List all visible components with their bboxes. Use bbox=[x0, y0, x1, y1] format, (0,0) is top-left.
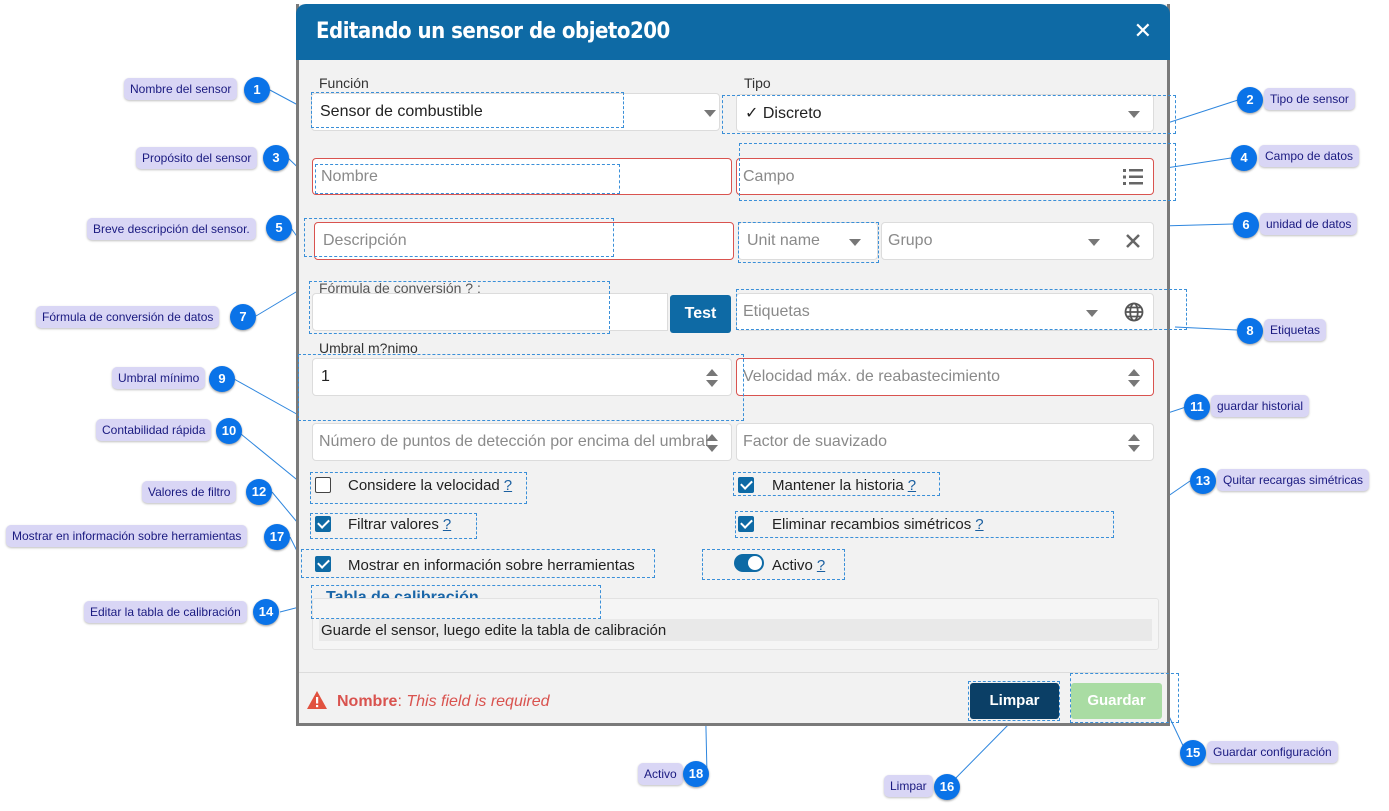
callout-badge-16: 16 bbox=[934, 774, 960, 800]
velocidad-input[interactable]: Velocidad máx. de reabastecimiento bbox=[736, 358, 1154, 396]
annotation-box bbox=[311, 92, 624, 128]
callout-label-15: Guardar configuración bbox=[1207, 741, 1338, 763]
callout-badge-10: 10 bbox=[216, 418, 242, 444]
callout-badge-4: 4 bbox=[1231, 145, 1257, 171]
error-message: Nombre: This field is required bbox=[337, 693, 550, 710]
callout-badge-15: 15 bbox=[1180, 740, 1206, 766]
annotation-box bbox=[738, 222, 879, 263]
velocidad-placeholder: Velocidad máx. de reabastecimiento bbox=[743, 368, 1001, 385]
suavizado-placeholder: Factor de suavizado bbox=[743, 433, 888, 450]
callout-badge-2: 2 bbox=[1237, 87, 1263, 113]
annotation-box bbox=[968, 681, 1060, 721]
annotation-box bbox=[722, 95, 1176, 134]
close-icon[interactable]: ✕ bbox=[1134, 18, 1152, 44]
callout-label-3: Propósito del sensor bbox=[136, 147, 258, 169]
callout-badge-18: 18 bbox=[683, 761, 709, 787]
callout-label-16: Limpar bbox=[884, 775, 933, 797]
callout-label-17: Mostrar en información sobre herramienta… bbox=[6, 525, 248, 547]
callout-label-13: Quitar recargas simétricas bbox=[1217, 469, 1370, 491]
annotation-box bbox=[735, 511, 1114, 538]
callout-badge-5: 5 bbox=[266, 215, 292, 241]
callout-label-11: guardar historial bbox=[1211, 395, 1310, 417]
callout-badge-17: 17 bbox=[264, 524, 290, 550]
funcion-label: Función bbox=[319, 75, 369, 91]
spinner-icon[interactable] bbox=[1128, 369, 1140, 387]
spinner-icon[interactable] bbox=[706, 434, 718, 452]
callout-badge-7: 7 bbox=[230, 304, 256, 330]
callout-label-8: Etiquetas bbox=[1264, 319, 1327, 341]
chevron-down-icon bbox=[704, 110, 716, 117]
callout-label-10: Contabilidad rápida bbox=[96, 419, 212, 441]
callout-badge-1: 1 bbox=[244, 77, 270, 103]
clear-icon[interactable] bbox=[1126, 234, 1140, 248]
callout-label-2: Tipo de sensor bbox=[1264, 88, 1355, 110]
callout-badge-8: 8 bbox=[1237, 318, 1263, 344]
annotation-box bbox=[310, 513, 477, 539]
grupo-placeholder: Grupo bbox=[888, 232, 933, 249]
callout-badge-11: 11 bbox=[1184, 394, 1210, 420]
annotation-box bbox=[315, 164, 620, 194]
test-button[interactable]: Test bbox=[670, 295, 731, 333]
grupo-select[interactable]: Grupo bbox=[881, 222, 1154, 260]
callout-badge-6: 6 bbox=[1233, 212, 1259, 238]
annotation-box bbox=[298, 354, 744, 421]
callout-badge-12: 12 bbox=[246, 479, 272, 505]
callout-label-12: Valores de filtro bbox=[142, 481, 237, 503]
annotation-box bbox=[1070, 673, 1179, 723]
calibration-message: Guarde el sensor, luego edite la tabla d… bbox=[321, 622, 667, 639]
callout-label-6: unidad de datos bbox=[1260, 213, 1358, 235]
dialog-header: Editando un sensor de objeto200 ✕ bbox=[296, 4, 1170, 60]
warning-icon bbox=[307, 691, 327, 709]
callout-label-14: Editar la tabla de calibración bbox=[84, 601, 247, 623]
annotation-box bbox=[702, 549, 845, 580]
suavizado-input[interactable]: Factor de suavizado bbox=[736, 423, 1154, 461]
footer-divider bbox=[299, 672, 1167, 673]
callout-badge-13: 13 bbox=[1190, 468, 1216, 494]
callout-badge-3: 3 bbox=[263, 145, 289, 171]
callout-badge-9: 9 bbox=[209, 366, 235, 392]
callout-label-18: Activo bbox=[638, 763, 683, 785]
puntos-placeholder: Número de puntos de detección por encima… bbox=[319, 433, 709, 450]
dialog-title: Editando un sensor de objeto200 bbox=[316, 19, 670, 44]
chevron-down-icon bbox=[1088, 239, 1100, 246]
callout-label-4: Campo de datos bbox=[1259, 145, 1360, 167]
callout-label-9: Umbral mínimo bbox=[112, 367, 206, 389]
annotation-box bbox=[310, 472, 527, 504]
callout-label-1: Nombre del sensor bbox=[124, 78, 238, 100]
annotation-box bbox=[301, 549, 655, 578]
puntos-input[interactable]: Número de puntos de detección por encima… bbox=[312, 423, 732, 461]
annotation-box bbox=[311, 585, 601, 619]
spinner-icon[interactable] bbox=[1128, 434, 1140, 452]
annotation-box bbox=[736, 289, 1187, 330]
tipo-label: Tipo bbox=[744, 75, 771, 91]
annotation-box bbox=[304, 218, 614, 257]
callout-label-5: Breve descripción del sensor. bbox=[87, 218, 256, 240]
annotation-box bbox=[739, 143, 1176, 201]
callout-label-7: Fórmula de conversión de datos bbox=[36, 306, 220, 328]
annotation-box bbox=[309, 281, 610, 334]
callout-badge-14: 14 bbox=[253, 599, 279, 625]
annotation-box bbox=[733, 472, 940, 496]
